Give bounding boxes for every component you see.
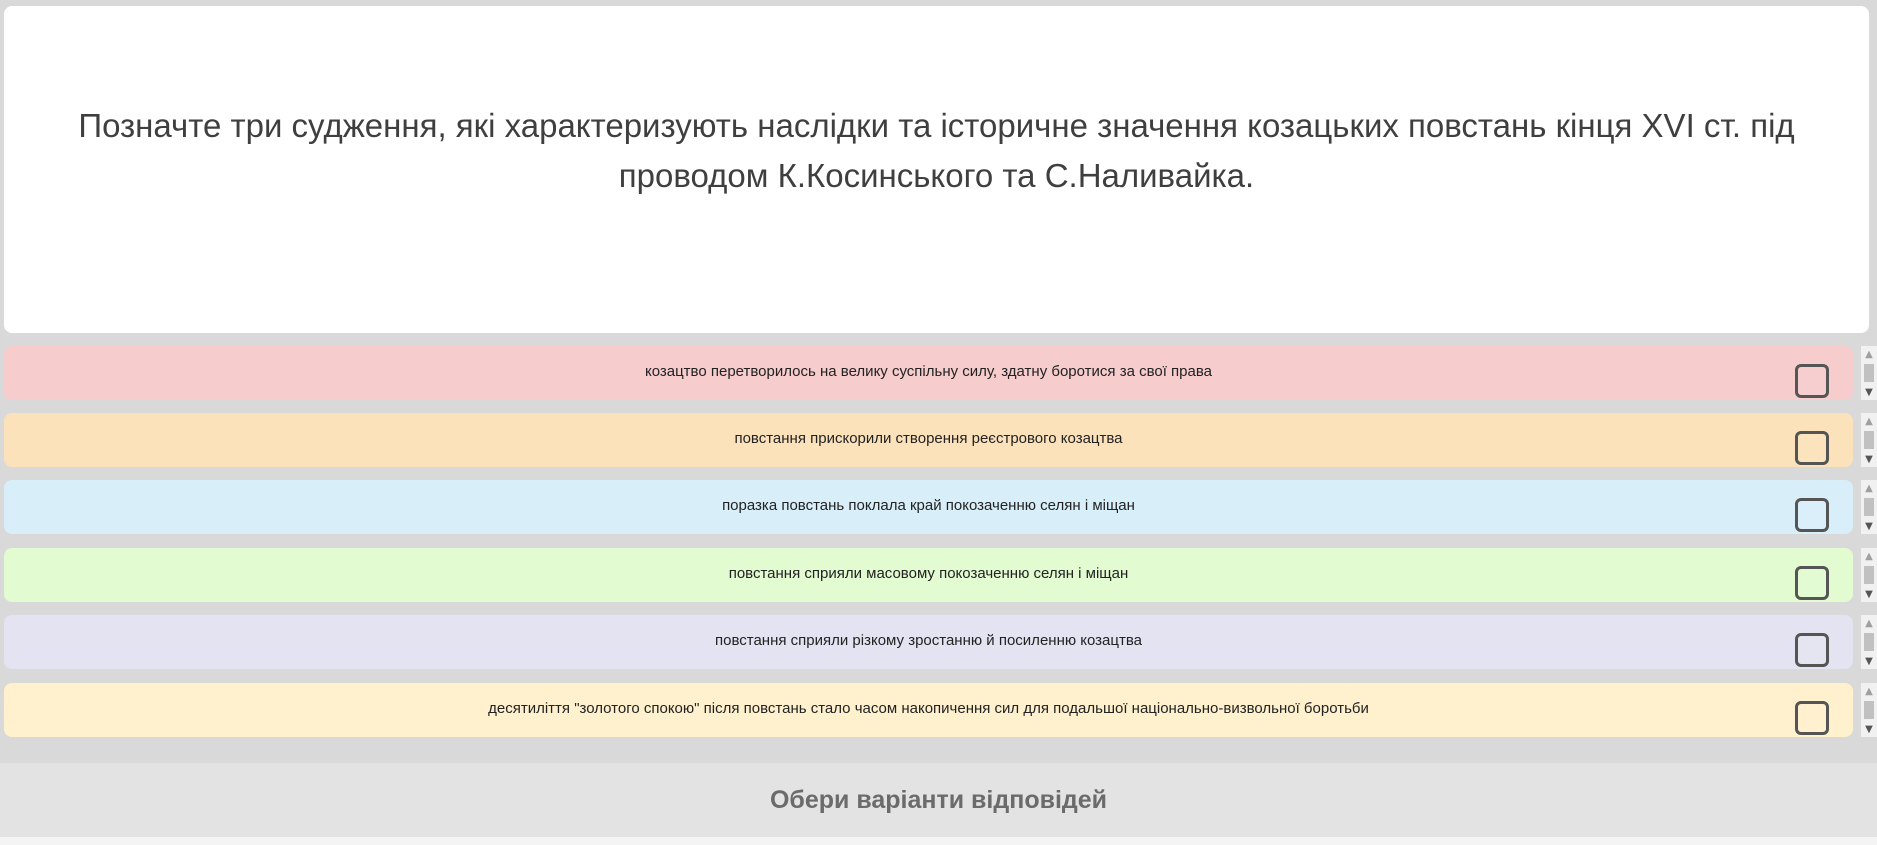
- scroll-thumb[interactable]: [1864, 633, 1874, 651]
- option-scrollbar-3[interactable]: ▲ ▼: [1861, 480, 1877, 534]
- scroll-up-icon[interactable]: ▲: [1861, 615, 1877, 631]
- answer-option-label: поразка повстань поклала край покозаченн…: [722, 497, 1135, 514]
- answer-option-label: повстання прискорили створення реєстрово…: [734, 430, 1123, 447]
- scroll-down-icon[interactable]: ▼: [1861, 721, 1877, 737]
- answer-option-2[interactable]: повстання прискорили створення реєстрово…: [4, 413, 1853, 467]
- answer-option-label: козацтво перетворилось на велику суспіль…: [644, 363, 1213, 380]
- answer-checkbox-4[interactable]: [1795, 566, 1829, 600]
- answer-checkbox-5[interactable]: [1795, 633, 1829, 667]
- option-scrollbar-4[interactable]: ▲ ▼: [1861, 548, 1877, 602]
- option-scrollbar-5[interactable]: ▲ ▼: [1861, 615, 1877, 669]
- answer-checkbox-2[interactable]: [1795, 431, 1829, 465]
- scroll-up-icon[interactable]: ▲: [1861, 683, 1877, 699]
- quiz-page: Позначте три судження, які характеризуют…: [0, 0, 1877, 845]
- bottom-strip: [0, 837, 1877, 845]
- question-card: Позначте три судження, які характеризуют…: [4, 6, 1869, 333]
- scroll-down-icon[interactable]: ▼: [1861, 586, 1877, 602]
- scroll-down-icon[interactable]: ▼: [1861, 518, 1877, 534]
- answer-option-label: повстання сприяли масовому покозаченню с…: [728, 565, 1129, 582]
- scroll-up-icon[interactable]: ▲: [1861, 413, 1877, 429]
- answer-option-3[interactable]: поразка повстань поклала край покозаченн…: [4, 480, 1853, 534]
- submit-answers-button[interactable]: Обери варіанти відповідей: [0, 763, 1877, 837]
- answer-option-4[interactable]: повстання сприяли масовому покозаченню с…: [4, 548, 1853, 602]
- answer-option-1[interactable]: козацтво перетворилось на велику суспіль…: [4, 346, 1853, 400]
- answer-checkbox-6[interactable]: [1795, 701, 1829, 735]
- answer-checkbox-3[interactable]: [1795, 498, 1829, 532]
- answer-option-6[interactable]: десятиліття "золотого спокою" після повс…: [4, 683, 1853, 737]
- answer-option-label: десятиліття "золотого спокою" після повс…: [488, 700, 1369, 717]
- scroll-up-icon[interactable]: ▲: [1861, 480, 1877, 496]
- answer-checkbox-1[interactable]: [1795, 364, 1829, 398]
- submit-label: Обери варіанти відповідей: [769, 785, 1108, 814]
- option-scrollbar-6[interactable]: ▲ ▼: [1861, 683, 1877, 737]
- scroll-thumb[interactable]: [1864, 498, 1874, 516]
- scroll-thumb[interactable]: [1864, 431, 1874, 449]
- scroll-thumb[interactable]: [1864, 566, 1874, 584]
- option-scrollbar-2[interactable]: ▲ ▼: [1861, 413, 1877, 467]
- scroll-down-icon[interactable]: ▼: [1861, 451, 1877, 467]
- scroll-thumb[interactable]: [1864, 701, 1874, 719]
- answer-option-label: повстання сприяли різкому зростанню й по…: [715, 632, 1142, 649]
- scroll-down-icon[interactable]: ▼: [1861, 384, 1877, 400]
- scroll-up-icon[interactable]: ▲: [1861, 548, 1877, 564]
- scroll-down-icon[interactable]: ▼: [1861, 653, 1877, 669]
- option-scrollbar-1[interactable]: ▲ ▼: [1861, 346, 1877, 400]
- scroll-up-icon[interactable]: ▲: [1861, 346, 1877, 362]
- scroll-thumb[interactable]: [1864, 364, 1874, 382]
- answer-option-5[interactable]: повстання сприяли різкому зростанню й по…: [4, 615, 1853, 669]
- question-text: Позначте три судження, які характеризуют…: [78, 106, 1795, 194]
